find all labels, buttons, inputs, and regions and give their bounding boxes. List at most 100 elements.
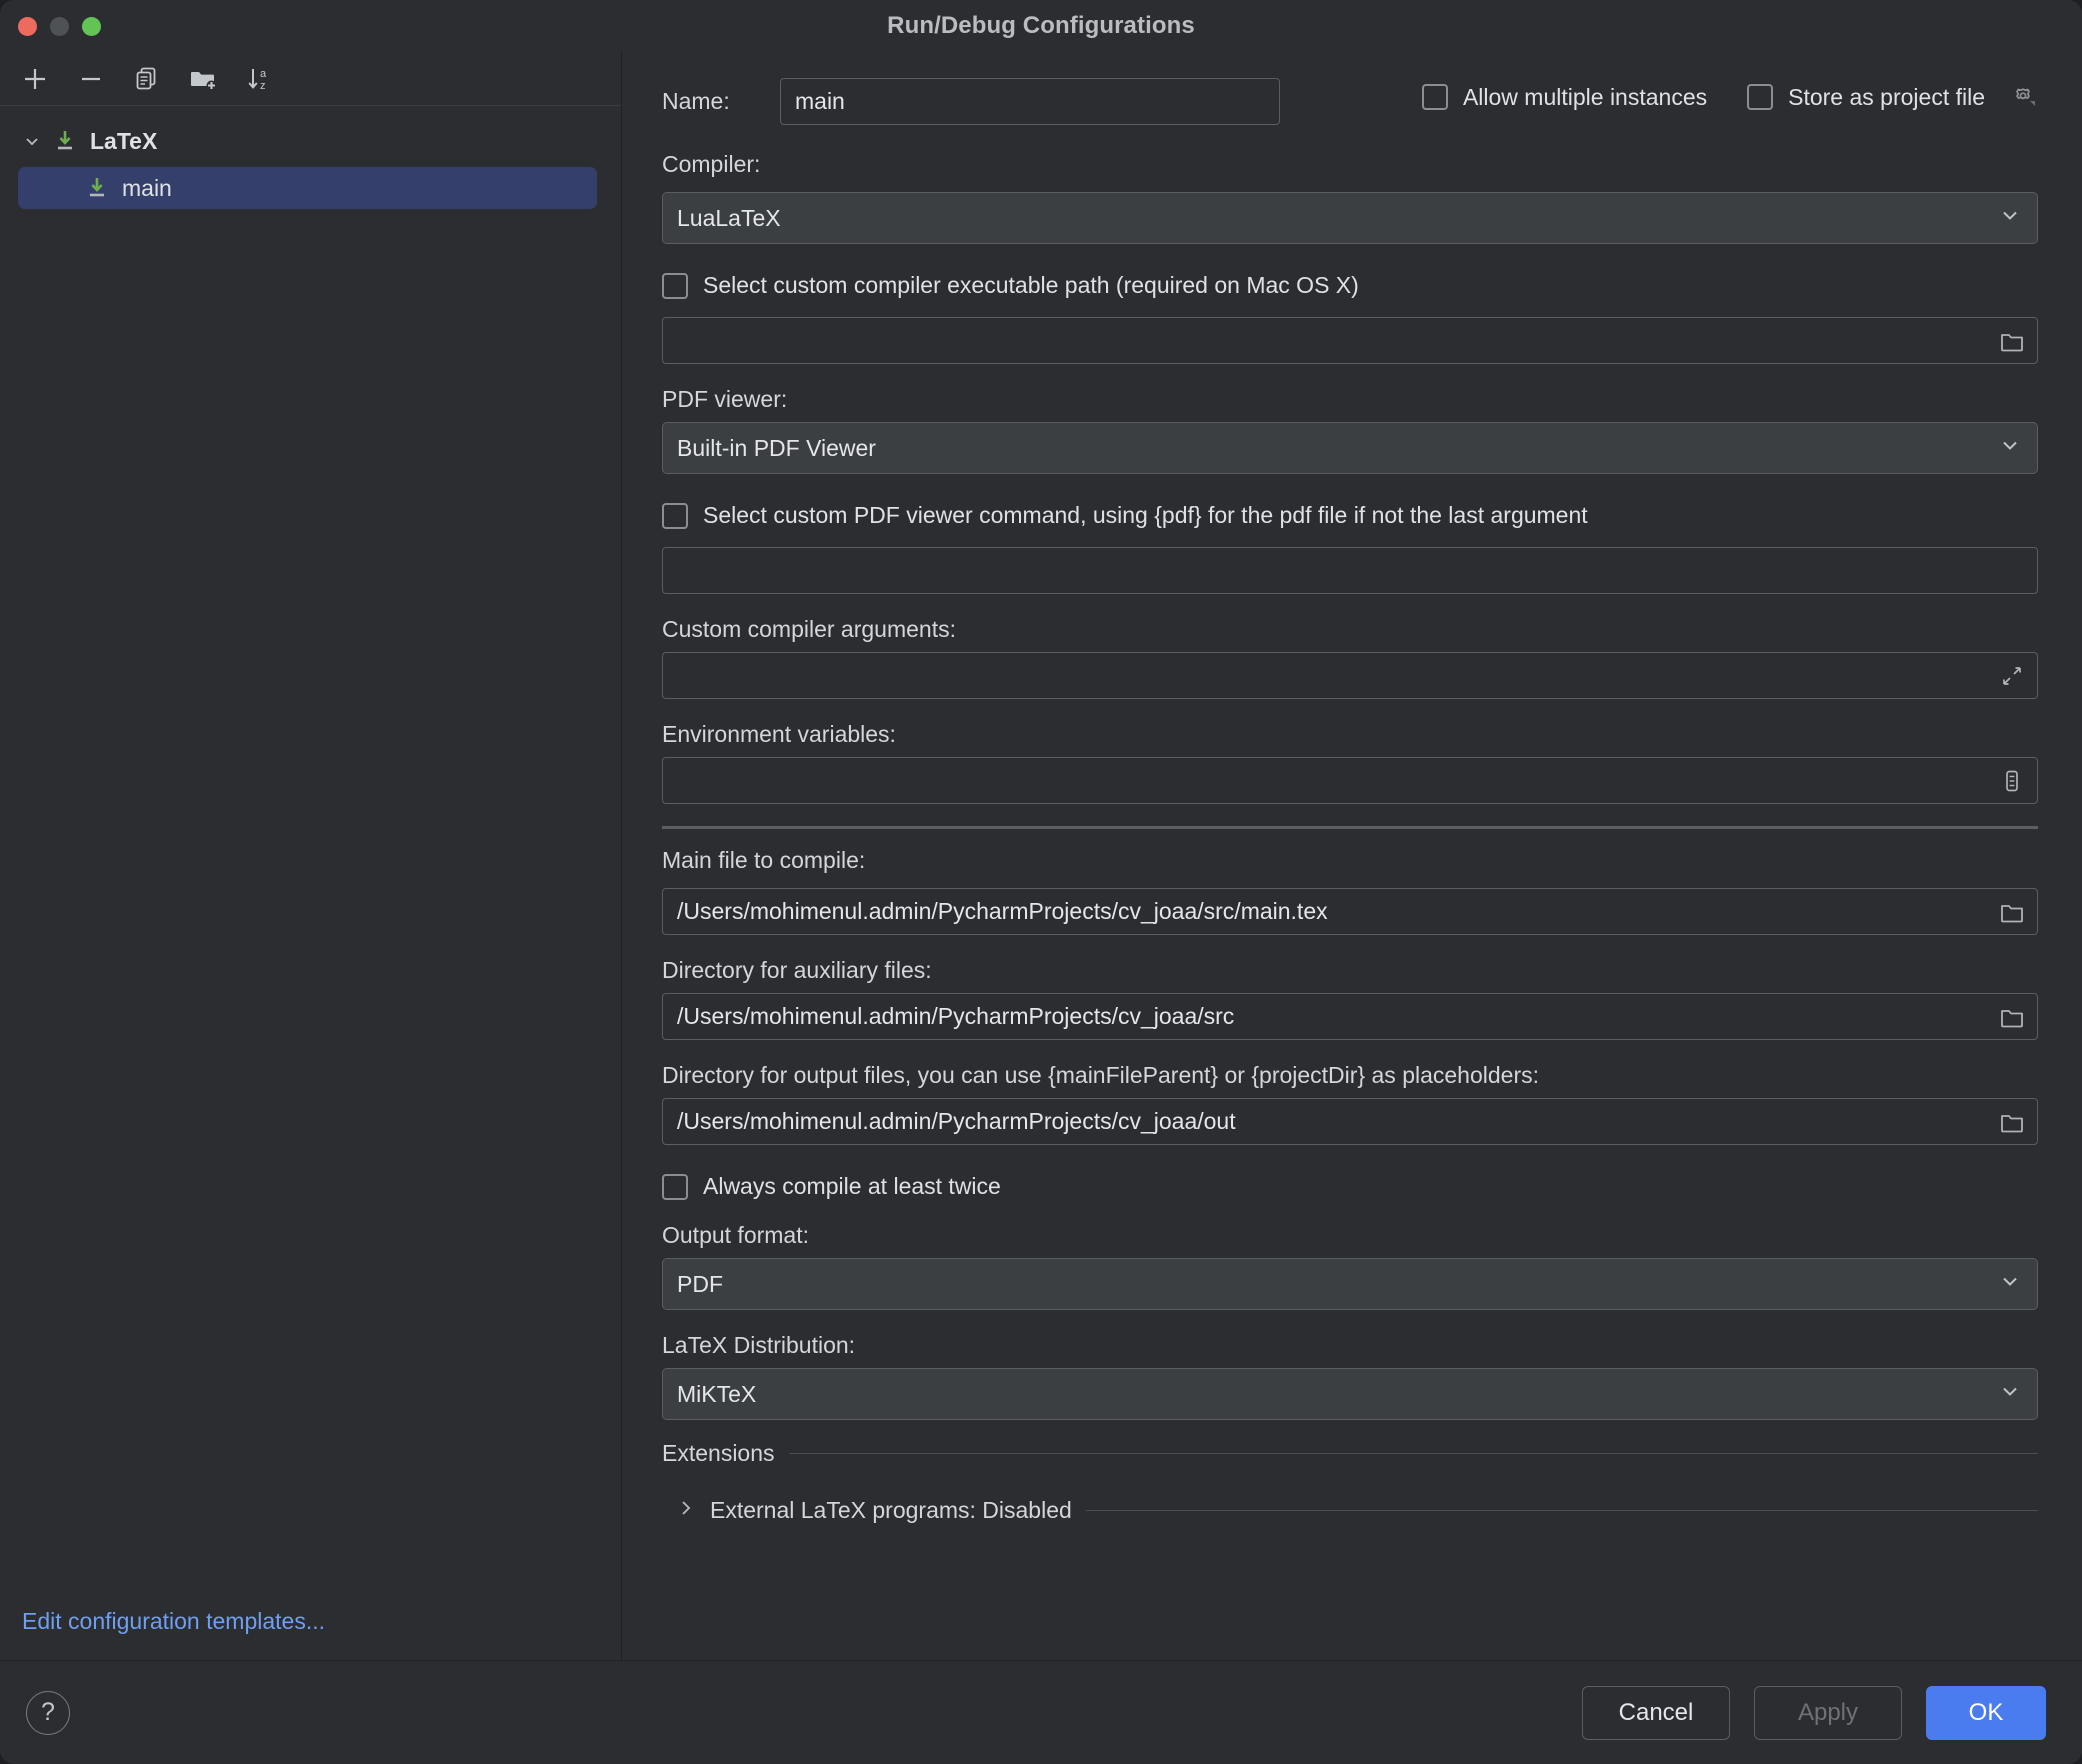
title-bar: Run/Debug Configurations	[0, 0, 2082, 52]
svg-text:z: z	[260, 80, 266, 92]
sort-alphabetically-button[interactable]: a z	[234, 57, 284, 101]
name-label: Name:	[662, 88, 780, 115]
dialog-body: a z LaTeX	[0, 52, 2082, 1660]
always-compile-twice-label: Always compile at least twice	[703, 1173, 1001, 1200]
external-latex-programs-label: External LaTeX programs: Disabled	[710, 1497, 1072, 1524]
allow-multiple-instances-label: Allow multiple instances	[1463, 84, 1707, 111]
compiler-label: Compiler:	[662, 151, 2038, 178]
checkbox-box[interactable]	[662, 1174, 688, 1200]
compiler-value: LuaLaTeX	[677, 205, 781, 232]
aux-directory-wrap: /Users/mohimenul.admin/PycharmProjects/c…	[662, 993, 2038, 1040]
output-format-dropdown[interactable]: PDF	[662, 1258, 2038, 1310]
extensions-section-header: Extensions	[662, 1440, 2038, 1467]
chevron-down-icon	[1999, 434, 2021, 462]
configuration-form: Name: main Allow multiple instances Stor…	[622, 52, 2082, 1660]
custom-compiler-arguments-wrap	[662, 652, 2038, 699]
latex-run-icon	[80, 175, 114, 201]
always-compile-twice-checkbox[interactable]: Always compile at least twice	[662, 1173, 2038, 1200]
custom-pdf-command-field-wrap	[662, 547, 2038, 594]
checkbox-box[interactable]	[662, 503, 688, 529]
output-directory-wrap: /Users/mohimenul.admin/PycharmProjects/c…	[662, 1098, 2038, 1145]
pdf-viewer-value: Built-in PDF Viewer	[677, 435, 876, 462]
custom-pdf-command-checkbox[interactable]: Select custom PDF viewer command, using …	[662, 502, 2038, 529]
browse-folder-icon[interactable]	[1996, 325, 2028, 357]
latex-distribution-dropdown[interactable]: MiKTeX	[662, 1368, 2038, 1420]
custom-compiler-path-field-wrap	[662, 317, 2038, 364]
configurations-toolbar: a z	[0, 52, 621, 106]
tree-group-latex[interactable]: LaTeX	[0, 120, 621, 162]
latex-distribution-label: LaTeX Distribution:	[662, 1332, 2038, 1359]
pdf-viewer-dropdown[interactable]: Built-in PDF Viewer	[662, 422, 2038, 474]
environment-variables-label: Environment variables:	[662, 721, 2038, 748]
allow-multiple-instances-checkbox[interactable]: Allow multiple instances	[1422, 84, 1707, 111]
tree-item-label: main	[122, 175, 172, 202]
custom-pdf-command-label: Select custom PDF viewer command, using …	[703, 502, 1588, 529]
add-configuration-button[interactable]	[10, 57, 60, 101]
close-window-button[interactable]	[18, 17, 37, 36]
edit-configuration-templates-link[interactable]: Edit configuration templates...	[0, 1582, 621, 1660]
store-as-project-file-label: Store as project file	[1788, 84, 1985, 111]
aux-directory-input[interactable]: /Users/mohimenul.admin/PycharmProjects/c…	[662, 993, 2038, 1040]
top-right-options: Allow multiple instances Store as projec…	[1422, 82, 2038, 112]
environment-variables-wrap	[662, 757, 2038, 804]
header-rule	[1086, 1510, 2038, 1511]
custom-compiler-path-input[interactable]	[662, 317, 2038, 364]
tree-group-label: LaTeX	[90, 128, 157, 155]
run-debug-configurations-dialog: Run/Debug Configurations	[0, 0, 2082, 1764]
svg-text:a: a	[260, 68, 267, 80]
minimize-window-button[interactable]	[50, 17, 69, 36]
maximize-window-button[interactable]	[82, 17, 101, 36]
browse-folder-icon[interactable]	[1996, 1001, 2028, 1033]
extensions-label: Extensions	[662, 1440, 775, 1467]
window-controls	[18, 17, 101, 36]
chevron-down-icon[interactable]	[22, 131, 48, 151]
external-latex-programs-row[interactable]: External LaTeX programs: Disabled	[662, 1497, 2038, 1524]
chevron-down-icon	[1999, 204, 2021, 232]
dialog-title: Run/Debug Configurations	[0, 12, 2082, 40]
pdf-viewer-label: PDF viewer:	[662, 386, 2038, 413]
tree-item-main[interactable]: main	[18, 167, 597, 209]
latex-run-icon	[48, 128, 82, 154]
main-file-wrap: /Users/mohimenul.admin/PycharmProjects/c…	[662, 888, 2038, 935]
configurations-panel: a z LaTeX	[0, 52, 622, 1660]
checkbox-box[interactable]	[1747, 84, 1773, 110]
copy-configuration-button[interactable]	[122, 57, 172, 101]
chevron-right-icon[interactable]	[676, 1497, 696, 1524]
browse-folder-icon[interactable]	[1996, 1106, 2028, 1138]
output-directory-input[interactable]: /Users/mohimenul.admin/PycharmProjects/c…	[662, 1098, 2038, 1145]
section-divider	[662, 826, 2038, 829]
cancel-button[interactable]: Cancel	[1582, 1686, 1730, 1740]
latex-distribution-value: MiKTeX	[677, 1381, 756, 1408]
checkbox-box[interactable]	[1422, 84, 1448, 110]
output-format-label: Output format:	[662, 1222, 2038, 1249]
custom-compiler-path-label: Select custom compiler executable path (…	[703, 272, 1359, 299]
new-folder-button[interactable]	[178, 57, 228, 101]
gear-dropdown-icon[interactable]	[2008, 82, 2038, 112]
custom-compiler-arguments-input[interactable]	[662, 652, 2038, 699]
browse-folder-icon[interactable]	[1996, 896, 2028, 928]
apply-button[interactable]: Apply	[1754, 1686, 1902, 1740]
dialog-footer: ? Cancel Apply OK	[0, 1660, 2082, 1764]
header-rule	[789, 1453, 2038, 1454]
custom-pdf-command-input[interactable]	[662, 547, 2038, 594]
remove-configuration-button[interactable]	[66, 57, 116, 101]
custom-compiler-arguments-label: Custom compiler arguments:	[662, 616, 2038, 643]
help-button[interactable]: ?	[26, 1691, 70, 1735]
custom-compiler-path-checkbox[interactable]: Select custom compiler executable path (…	[662, 272, 2038, 299]
main-file-label: Main file to compile:	[662, 847, 2038, 874]
main-file-input[interactable]: /Users/mohimenul.admin/PycharmProjects/c…	[662, 888, 2038, 935]
environment-variables-editor-icon[interactable]	[1996, 765, 2028, 797]
output-directory-label: Directory for output files, you can use …	[662, 1062, 2038, 1089]
output-format-value: PDF	[677, 1271, 723, 1298]
chevron-down-icon	[1999, 1270, 2021, 1298]
checkbox-box[interactable]	[662, 273, 688, 299]
chevron-down-icon	[1999, 1380, 2021, 1408]
store-as-project-file-checkbox[interactable]: Store as project file	[1747, 82, 2038, 112]
environment-variables-input[interactable]	[662, 757, 2038, 804]
configurations-tree: LaTeX main	[0, 106, 621, 1582]
compiler-dropdown[interactable]: LuaLaTeX	[662, 192, 2038, 244]
expand-editor-icon[interactable]	[1996, 660, 2028, 692]
name-input[interactable]: main	[780, 78, 1280, 125]
aux-directory-label: Directory for auxiliary files:	[662, 957, 2038, 984]
ok-button[interactable]: OK	[1926, 1686, 2046, 1740]
